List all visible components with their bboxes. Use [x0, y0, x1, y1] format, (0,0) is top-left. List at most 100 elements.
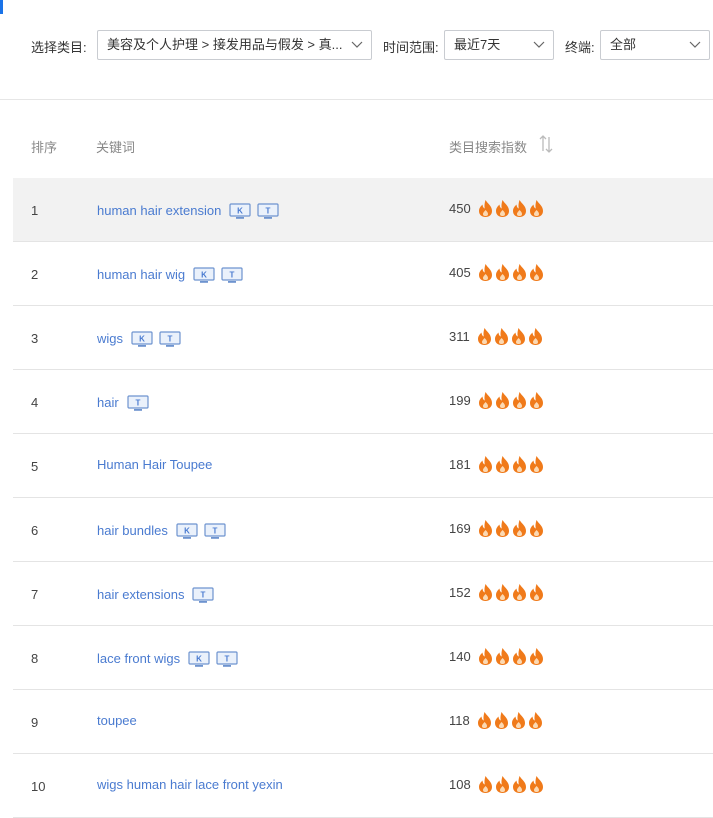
- keyword-link[interactable]: hair: [97, 395, 119, 410]
- monitor-icon[interactable]: T: [192, 587, 215, 605]
- svg-text:T: T: [230, 271, 235, 280]
- keyword-link[interactable]: hair extensions: [97, 587, 184, 602]
- table-row: 8 lace front wigs K T 140: [13, 626, 713, 690]
- heat-rating: [478, 775, 544, 794]
- index-cell: 199: [449, 391, 544, 410]
- monitor-icon[interactable]: K: [193, 267, 215, 285]
- monitor-icon[interactable]: T: [127, 395, 149, 413]
- keyword-link[interactable]: toupee: [97, 713, 137, 728]
- table-row: 10 wigs human hair lace front yexin 108: [13, 754, 713, 818]
- time-range-select[interactable]: 最近7天: [444, 30, 554, 60]
- keyword-link[interactable]: human hair wig: [97, 267, 185, 282]
- table-row: 1 human hair extension K T 450: [13, 178, 713, 242]
- flame-icon: [528, 711, 543, 730]
- keyword-link[interactable]: wigs human hair lace front yexin: [97, 777, 283, 792]
- table-row: 2 human hair wig K T 405: [13, 242, 713, 306]
- flame-icon: [512, 391, 527, 410]
- index-value: 199: [449, 393, 471, 408]
- time-range-value: 最近7天: [454, 37, 501, 52]
- filter-bar: 选择类目: 美容及个人护理 > 接发用品与假发 > 真... 时间范围: 最近7…: [0, 0, 713, 100]
- flame-icon: [477, 327, 492, 346]
- chevron-down-icon: [533, 31, 545, 50]
- keyword-link[interactable]: human hair extension: [97, 203, 221, 218]
- index-value: 118: [449, 713, 470, 728]
- flame-icon: [512, 199, 527, 218]
- rank-cell: 4: [31, 395, 39, 410]
- monitor-icon[interactable]: K: [131, 331, 153, 349]
- flame-icon: [495, 775, 510, 794]
- flame-icon: [511, 711, 526, 730]
- rank-cell: 2: [31, 267, 39, 282]
- index-cell: 450: [449, 199, 544, 218]
- flame-icon: [478, 263, 493, 282]
- keyword-cell: toupee: [97, 713, 139, 728]
- heat-rating: [478, 583, 544, 602]
- flame-icon: [495, 519, 510, 538]
- index-value: 140: [449, 649, 471, 664]
- index-header[interactable]: 类目搜索指数: [449, 137, 527, 156]
- monitor-icon[interactable]: T: [216, 651, 238, 669]
- device-select[interactable]: 全部: [600, 30, 710, 60]
- table-row: 4 hair T 199: [13, 370, 713, 434]
- monitor-icon[interactable]: K: [188, 651, 210, 669]
- index-value: 108: [449, 777, 471, 792]
- sort-icon[interactable]: [538, 134, 554, 159]
- heat-rating: [477, 711, 543, 730]
- monitor-icon[interactable]: K: [176, 523, 198, 541]
- keyword-link[interactable]: Human Hair Toupee: [97, 457, 212, 472]
- category-select[interactable]: 美容及个人护理 > 接发用品与假发 > 真...: [97, 30, 372, 60]
- rank-header: 排序: [31, 140, 58, 155]
- monitor-icon[interactable]: T: [221, 267, 243, 285]
- heat-rating: [477, 327, 543, 346]
- flame-icon: [495, 455, 510, 474]
- monitor-icon[interactable]: T: [257, 203, 279, 221]
- rank-cell: 7: [31, 587, 39, 602]
- flame-icon: [529, 455, 544, 474]
- index-value: 405: [449, 265, 471, 280]
- table-row: 6 hair bundles K T 169: [13, 498, 713, 562]
- svg-text:K: K: [139, 335, 145, 344]
- svg-text:T: T: [212, 527, 217, 536]
- flame-icon: [512, 647, 527, 666]
- svg-text:T: T: [135, 399, 140, 408]
- svg-text:K: K: [184, 527, 190, 536]
- flame-icon: [495, 199, 510, 218]
- flame-icon: [495, 391, 510, 410]
- index-cell: 140: [449, 647, 544, 666]
- index-cell: 405: [449, 263, 544, 282]
- table-row: 9 toupee 118: [13, 690, 713, 754]
- flame-icon: [511, 327, 526, 346]
- svg-text:T: T: [225, 655, 230, 664]
- flame-icon: [495, 583, 510, 602]
- keyword-link[interactable]: wigs: [97, 331, 123, 346]
- keyword-cell: hair T: [97, 393, 149, 411]
- heat-rating: [478, 199, 544, 218]
- keyword-cell: wigs human hair lace front yexin: [97, 777, 285, 792]
- flame-icon: [528, 327, 543, 346]
- svg-text:T: T: [168, 335, 173, 344]
- keyword-link[interactable]: lace front wigs: [97, 651, 180, 666]
- flame-icon: [529, 263, 544, 282]
- flame-icon: [478, 519, 493, 538]
- device-value: 全部: [610, 37, 637, 52]
- flame-icon: [529, 583, 544, 602]
- monitor-icon[interactable]: T: [204, 523, 226, 541]
- index-cell: 118: [449, 711, 543, 730]
- table-header: 排序 关键词 类目搜索指数: [0, 100, 713, 178]
- flame-icon: [529, 199, 544, 218]
- keyword-link[interactable]: hair bundles: [97, 523, 168, 538]
- svg-text:K: K: [196, 655, 202, 664]
- index-value: 311: [449, 329, 470, 344]
- keyword-header: 关键词: [96, 140, 136, 155]
- monitor-icon[interactable]: T: [159, 331, 181, 349]
- svg-text:T: T: [201, 591, 206, 600]
- heat-rating: [478, 519, 544, 538]
- keyword-cell: human hair extension K T: [97, 201, 279, 219]
- flame-icon: [495, 647, 510, 666]
- chevron-down-icon: [351, 31, 363, 50]
- flame-icon: [494, 327, 509, 346]
- heat-rating: [478, 263, 544, 282]
- index-value: 152: [449, 585, 471, 600]
- heat-rating: [478, 391, 544, 410]
- monitor-icon[interactable]: K: [229, 203, 251, 221]
